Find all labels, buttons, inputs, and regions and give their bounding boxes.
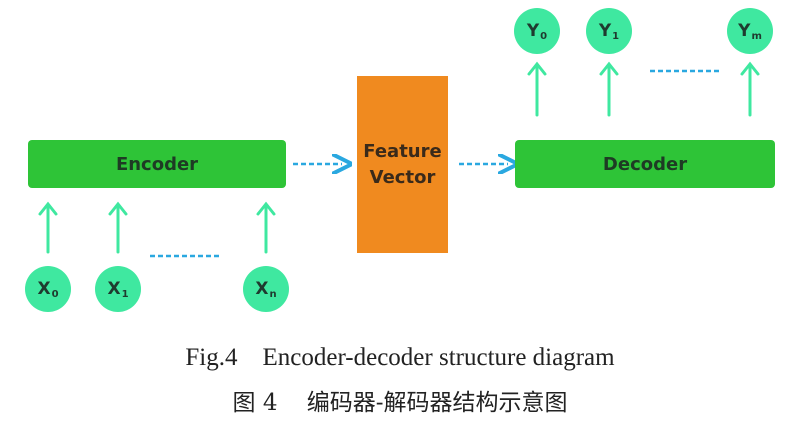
feature-label-line1: Feature: [363, 140, 442, 162]
output-node-y0-base: Y: [526, 21, 540, 41]
output-node-y1-base: Y: [598, 21, 612, 41]
output-node-ym: Ym: [727, 8, 773, 54]
output-node-y1: Y1: [586, 8, 632, 54]
encoder-block: Encoder: [28, 140, 286, 188]
output-node-ym-base: Y: [738, 21, 751, 41]
feature-label-line2: Vector: [369, 166, 436, 188]
input-node-xn: Xn: [243, 266, 289, 312]
input-arrow-n: [256, 201, 276, 254]
encoder-label: Encoder: [115, 153, 199, 175]
output-node-y0-sub: 0: [540, 30, 548, 42]
input-node-x1-sub: 1: [121, 288, 129, 300]
output-arrow-m: [740, 61, 760, 117]
input-arrow-1: [108, 201, 128, 254]
output-node-ym-sub: m: [751, 30, 762, 42]
output-node-y1-sub: 1: [612, 30, 620, 42]
input-node-x1: X1: [95, 266, 141, 312]
input-node-xn-sub: n: [269, 288, 277, 300]
input-arrow-0: [38, 201, 58, 254]
output-node-y0: Y0: [514, 8, 560, 54]
output-arrow-1: [599, 61, 619, 117]
input-node-xn-base: X: [255, 279, 269, 299]
input-node-x0-sub: 0: [51, 288, 59, 300]
input-node-x0-base: X: [37, 279, 51, 299]
decoder-block: Decoder: [515, 140, 775, 188]
input-node-x0: X0: [25, 266, 71, 312]
caption-english: Fig.4 Encoder-decoder structure diagram: [185, 344, 615, 371]
caption-chinese: 图 4 编码器-解码器结构示意图: [232, 390, 568, 416]
feature-vector-block: Feature Vector: [357, 76, 448, 253]
output-arrow-0: [527, 61, 547, 117]
decoder-label: Decoder: [602, 153, 688, 175]
input-node-x1-base: X: [107, 279, 121, 299]
